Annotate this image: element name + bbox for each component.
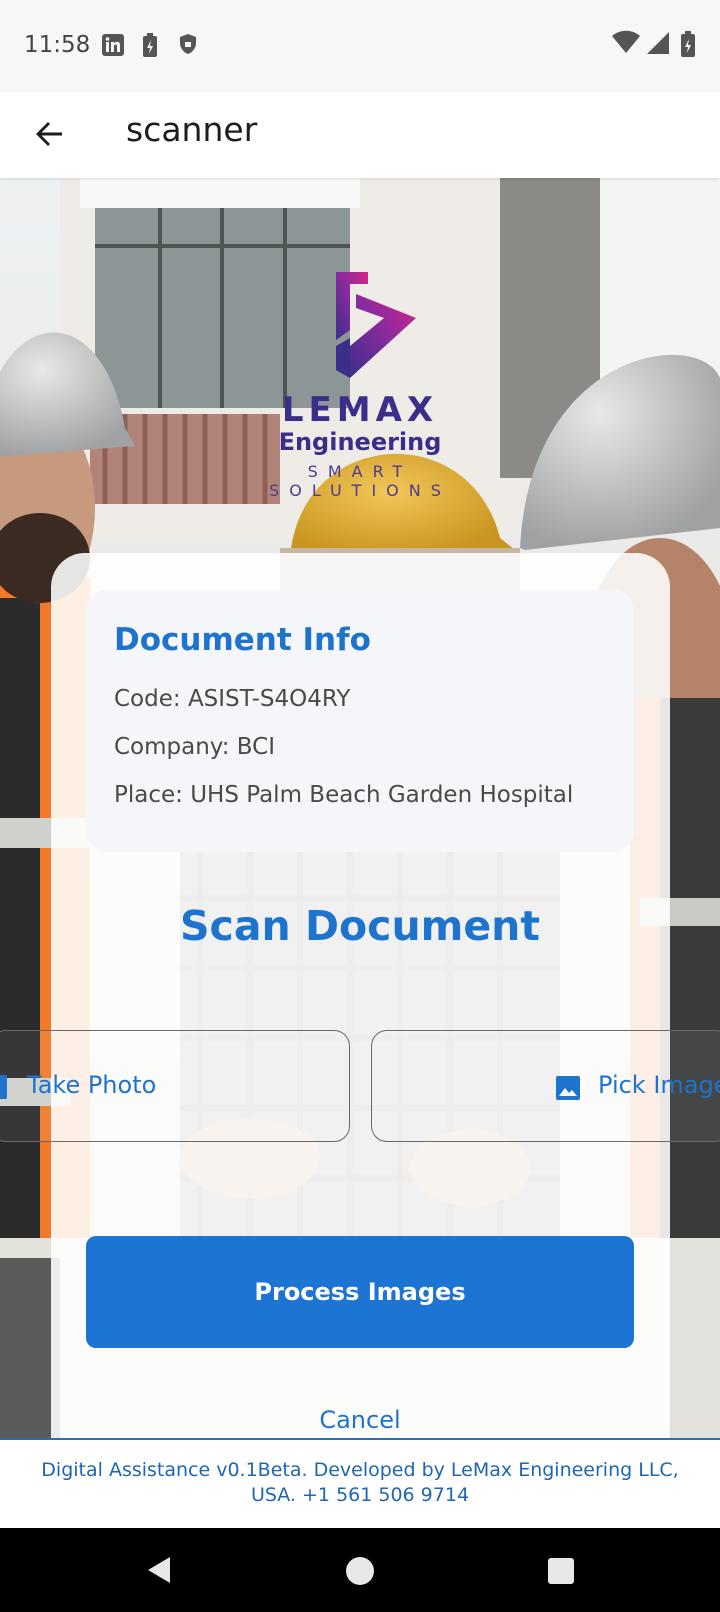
take-photo-label: Take Photo <box>27 1071 157 1099</box>
nav-recents-icon[interactable] <box>548 1558 574 1589</box>
document-info-title: Document Info <box>114 622 371 658</box>
footer-text: Digital Assistance v0.1Beta. Developed b… <box>20 1458 700 1508</box>
lemax-logo: LEMAX Engineering SMART SOLUTIONS <box>210 270 510 500</box>
image-icon <box>555 1075 581 1106</box>
document-info-panel: Document Info Code: ASIST-S4O4RY Company… <box>86 590 634 852</box>
app-bar-title: scanner <box>126 110 258 149</box>
document-company: Company: BCI <box>114 734 276 760</box>
status-time: 11:58 <box>24 32 91 58</box>
document-place: Place: UHS Palm Beach Garden Hospital <box>114 782 574 808</box>
footer-line-2: USA. +1 561 506 9714 <box>250 1484 470 1506</box>
system-nav-bar <box>0 1528 720 1612</box>
take-photo-button[interactable]: Take Photo <box>0 1030 350 1142</box>
logo-wordmark: LEMAX <box>281 390 439 430</box>
camera-icon <box>0 1075 9 1104</box>
pick-image-button[interactable]: Pick Image <box>371 1030 720 1142</box>
logo-subtitle: Engineering <box>278 428 442 456</box>
signal-icon <box>646 31 670 60</box>
arrow-back-icon[interactable] <box>30 114 70 154</box>
wifi-icon <box>612 30 640 59</box>
lemax-logo-mark <box>336 272 416 378</box>
document-code: Code: ASIST-S4O4RY <box>114 686 351 712</box>
logo-tagline: SMART SOLUTIONS <box>269 462 451 500</box>
linkedin-icon <box>101 33 125 62</box>
battery-icon <box>680 31 696 62</box>
process-images-button[interactable]: Process Images <box>86 1236 634 1348</box>
pick-image-label: Pick Image <box>598 1071 720 1099</box>
footer: Digital Assistance v0.1Beta. Developed b… <box>0 1438 720 1530</box>
cancel-link[interactable]: Cancel <box>0 1406 720 1434</box>
nav-home-icon[interactable] <box>345 1556 375 1591</box>
process-images-label: Process Images <box>254 1278 466 1306</box>
status-bar: 11:58 <box>0 0 720 92</box>
footer-line-1: Digital Assistance v0.1Beta. Developed b… <box>41 1459 679 1481</box>
shield-icon <box>178 33 198 60</box>
nav-back-icon[interactable] <box>146 1556 172 1589</box>
scan-document-title: Scan Document <box>180 902 540 950</box>
battery-saver-icon <box>142 33 158 62</box>
app-bar: scanner <box>0 92 720 178</box>
